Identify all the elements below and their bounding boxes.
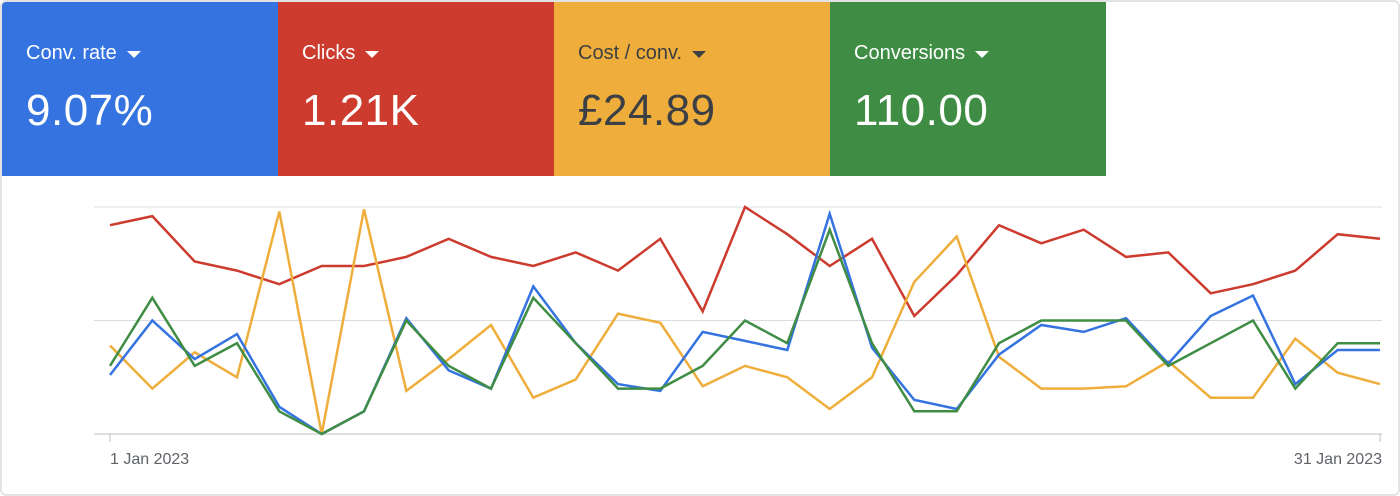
series-line: [109, 205, 1381, 319]
series-line: [108, 226, 1380, 436]
x-axis-tick-label: 31 Jan 2023: [1294, 451, 1382, 468]
performance-line-chart: 1 Jan 2023 31 Jan 2023: [94, 205, 1382, 468]
performance-card: Conv. rate 9.07% Clicks 1.21K Cost / con…: [0, 0, 1400, 496]
x-axis-tick-label: 1 Jan 2023: [110, 451, 189, 468]
